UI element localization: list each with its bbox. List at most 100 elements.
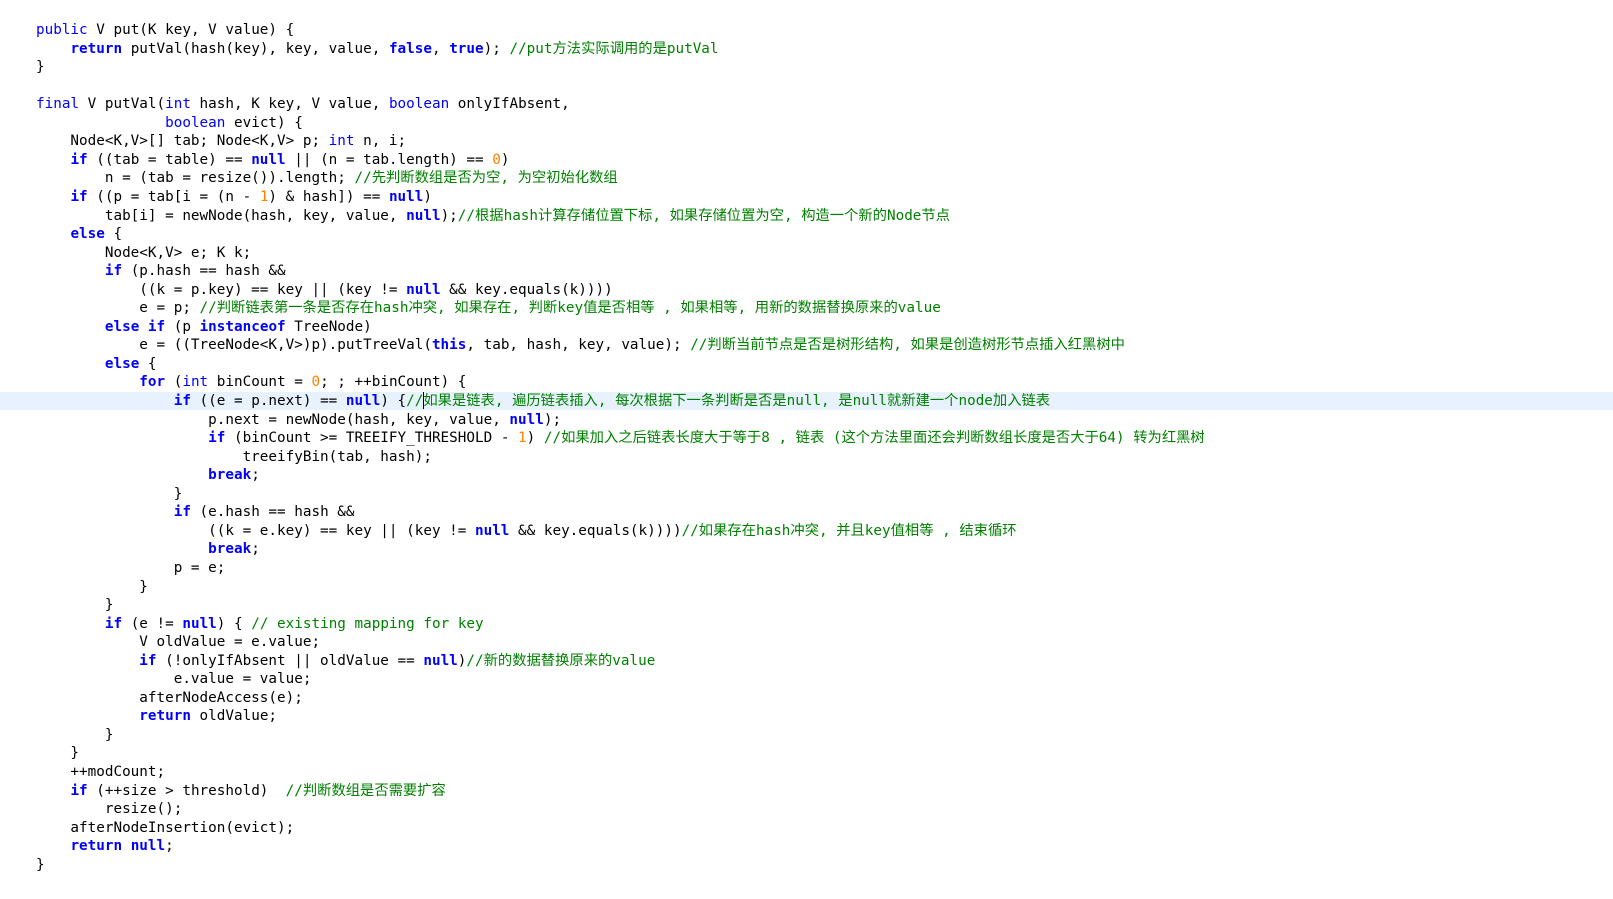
keyword: if: [70, 151, 88, 168]
code-line-content: e = ((TreeNode<K,V>)p).putTreeVal(this, …: [36, 336, 1125, 354]
code-line[interactable]: Node<K,V>[] tab; Node<K,V> p; int n, i;: [0, 132, 1613, 150]
code-text: Node<K,V>[] tab; Node<K,V> p;: [36, 133, 329, 150]
code-text: oldValue;: [190, 708, 278, 725]
code-line[interactable]: V oldValue = e.value;: [0, 633, 1613, 651]
code-line[interactable]: return putVal(hash(key), key, value, fal…: [0, 40, 1613, 58]
code-line[interactable]: tab[i] = newNode(hash, key, value, null)…: [0, 207, 1613, 225]
code-line-content: V oldValue = e.value;: [36, 633, 320, 651]
code-line-content: resize();: [36, 800, 182, 818]
code-line[interactable]: if (!onlyIfAbsent || oldValue == null)//…: [0, 652, 1613, 670]
code-line[interactable]: afterNodeAccess(e);: [0, 689, 1613, 707]
code-line[interactable]: n = (tab = resize()).length; //先判断数组是否为空…: [0, 169, 1613, 187]
code-line[interactable]: e = ((TreeNode<K,V>)p).putTreeVal(this, …: [0, 336, 1613, 354]
keyword: if: [104, 263, 123, 280]
code-line[interactable]: else {: [0, 225, 1613, 243]
code-text: (e.hash == hash &&: [190, 504, 355, 521]
code-line[interactable]: if ((tab = table) == null || (n = tab.le…: [0, 151, 1613, 169]
code-line[interactable]: p.next = newNode(hash, key, value, null)…: [0, 411, 1613, 429]
code-line-content: }: [36, 744, 79, 762]
keyword: boolean: [165, 114, 226, 131]
code-line[interactable]: return null;: [0, 837, 1613, 855]
code-line[interactable]: else {: [0, 355, 1613, 373]
code-line-content: else {: [36, 355, 157, 373]
code-line[interactable]: if (p.hash == hash &&: [0, 262, 1613, 280]
code-line-content: afterNodeInsertion(evict);: [36, 819, 294, 837]
code-text: afterNodeInsertion(evict);: [36, 819, 295, 836]
code-line[interactable]: e.value = value;: [0, 670, 1613, 688]
keyword: this: [431, 337, 467, 354]
code-line[interactable]: }: [0, 744, 1613, 762]
code-line[interactable]: if ((p = tab[i = (n - 1) & hash]) == nul…: [0, 188, 1613, 206]
code-text: ): [526, 430, 544, 447]
code-line[interactable]: if (binCount >= TREEIFY_THRESHOLD - 1) /…: [0, 429, 1613, 447]
code-line[interactable]: if (e.hash == hash &&: [0, 503, 1613, 521]
code-line[interactable]: p = e;: [0, 559, 1613, 577]
code-line[interactable]: boolean evict) {: [0, 114, 1613, 132]
code-text: ;: [165, 838, 174, 855]
code-line[interactable]: for (int binCount = 0; ; ++binCount) {: [0, 373, 1613, 391]
code-line[interactable]: treeifyBin(tab, hash);: [0, 448, 1613, 466]
code-line[interactable]: resize();: [0, 800, 1613, 818]
code-line[interactable]: return oldValue;: [0, 707, 1613, 725]
code-text: ((k = e.key) == key || (key !=: [36, 522, 475, 539]
code-line[interactable]: }: [0, 596, 1613, 614]
code-line[interactable]: ++modCount;: [0, 763, 1613, 781]
code-line-content: return oldValue;: [36, 707, 277, 725]
code-line-content: ((k = e.key) == key || (key != null && k…: [36, 522, 1016, 540]
comment: //判断链表第一条是否存在hash冲突, 如果存在, 判断key值是否相等 , …: [199, 300, 941, 317]
code-line[interactable]: }: [0, 58, 1613, 76]
code-line[interactable]: }: [0, 726, 1613, 744]
code-line[interactable]: final V putVal(int hash, K key, V value,…: [0, 95, 1613, 113]
code-line[interactable]: ((k = e.key) == key || (key != null && k…: [0, 522, 1613, 540]
code-text: || (n = tab.length) ==: [285, 151, 493, 168]
code-text: }: [36, 578, 148, 595]
code-line-content: for (int binCount = 0; ; ++binCount) {: [36, 373, 466, 391]
keyword: final: [36, 96, 80, 113]
code-text: putVal(hash(key), key, value,: [122, 40, 389, 57]
keyword: return: [139, 708, 191, 725]
code-text: binCount =: [208, 374, 312, 391]
code-line[interactable]: [0, 77, 1613, 95]
code-text: {: [139, 355, 157, 372]
code-line[interactable]: if (++size > threshold) //判断数组是否需要扩容: [0, 782, 1613, 800]
code-text: (: [165, 374, 183, 391]
code-line[interactable]: }: [0, 578, 1613, 596]
code-text: ) {: [216, 615, 252, 632]
code-text: }: [36, 485, 183, 502]
code-line[interactable]: else if (p instanceof TreeNode): [0, 318, 1613, 336]
code-line-content: if (!onlyIfAbsent || oldValue == null)//…: [36, 652, 655, 670]
keyword: null: [130, 838, 166, 855]
code-line[interactable]: ((k = p.key) == key || (key != null && k…: [0, 281, 1613, 299]
code-line[interactable]: Node<K,V> e; K k;: [0, 244, 1613, 262]
code-line[interactable]: if (e != null) { // existing mapping for…: [0, 615, 1613, 633]
code-line[interactable]: }: [0, 856, 1613, 874]
keyword: break: [208, 541, 252, 558]
keyword: null: [406, 207, 441, 224]
keyword: null: [474, 522, 510, 539]
code-text: V put(K key, V value) {: [87, 22, 295, 38]
keyword: return: [70, 40, 123, 57]
comment: // existing mapping for key: [251, 615, 484, 632]
code-line[interactable]: break;: [0, 540, 1613, 558]
code-editor[interactable]: public V put(K key, V value) { return pu…: [0, 0, 1613, 899]
keyword: if: [104, 615, 123, 632]
code-line[interactable]: }: [0, 485, 1613, 503]
code-text: evict) {: [225, 114, 303, 131]
code-line[interactable]: e = p; //判断链表第一条是否存在hash冲突, 如果存在, 判断key值…: [0, 299, 1613, 317]
code-line-content: tab[i] = newNode(hash, key, value, null)…: [36, 207, 950, 225]
code-text: ;: [251, 541, 260, 558]
code-line[interactable]: public V put(K key, V value) {: [0, 21, 1613, 39]
current-code-line[interactable]: if ((e = p.next) == null) {//如果是链表, 遍历链表…: [0, 392, 1613, 410]
code-text: p.next = newNode(hash, key, value,: [36, 411, 510, 428]
code-line-content: return putVal(hash(key), key, value, fal…: [36, 40, 718, 58]
code-text: ((k = p.key) == key || (key !=: [36, 281, 407, 298]
code-text: (p: [165, 318, 200, 335]
code-text: hash, K key, V value,: [190, 96, 389, 113]
code-line[interactable]: break;: [0, 466, 1613, 484]
code-line[interactable]: afterNodeInsertion(evict);: [0, 819, 1613, 837]
